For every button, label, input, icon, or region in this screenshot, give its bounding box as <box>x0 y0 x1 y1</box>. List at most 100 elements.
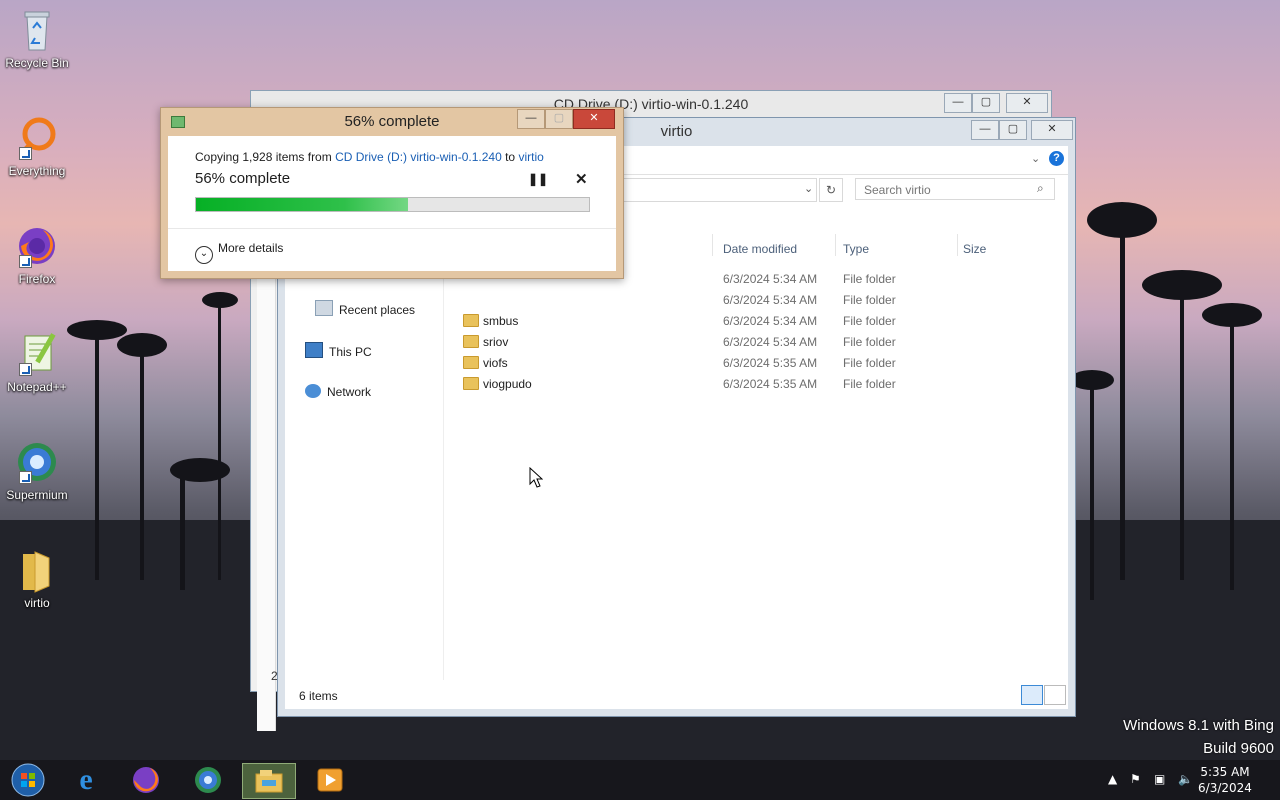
taskbar-supermium[interactable] <box>182 763 234 797</box>
nav-label: Network <box>327 385 372 399</box>
taskbar-clock[interactable]: 5:35 AM 6/3/2024 <box>1190 764 1260 796</box>
close-button[interactable]: ✕ <box>573 109 615 129</box>
folder-icon <box>463 314 479 327</box>
desktop-icon-label: Everything <box>8 164 66 178</box>
desktop-icon-label: Firefox <box>18 272 56 286</box>
maximize-button[interactable]: ▢ <box>972 93 1000 113</box>
ribbon-expand-icon[interactable]: ⌄ <box>1031 152 1040 165</box>
column-header-date[interactable]: Date modified <box>723 242 797 256</box>
column-header-size[interactable]: Size <box>963 242 986 256</box>
file-type: File folder <box>843 314 896 328</box>
folder-icon <box>13 546 61 594</box>
item-count: 6 items <box>299 689 338 703</box>
desktop-icon-label: virtio <box>24 596 50 610</box>
taskbar-media-player[interactable] <box>304 763 356 797</box>
file-type: File folder <box>843 272 896 286</box>
large-icons-view-button[interactable] <box>1044 685 1066 705</box>
more-details-label: More details <box>218 241 284 255</box>
search-input[interactable]: Search virtio <box>855 178 1055 200</box>
nav-item-recent-places[interactable]: Recent places <box>315 300 415 317</box>
copy-to-text: to <box>501 150 519 164</box>
copy-icon <box>171 116 185 128</box>
close-button[interactable]: ✕ <box>1031 120 1073 140</box>
chevron-down-icon: ⌄ <box>195 246 213 264</box>
maximize-button[interactable]: ▢ <box>999 120 1027 140</box>
file-name: viofs <box>483 356 508 370</box>
file-name: smbus <box>483 314 519 328</box>
file-date: 6/3/2024 5:34 AM <box>723 293 818 307</box>
desktop-icon-firefox[interactable]: Firefox <box>2 222 72 286</box>
nav-item-this-pc[interactable]: This PC <box>305 342 372 359</box>
file-name: viogpudo <box>483 377 532 391</box>
folder-icon <box>463 356 479 369</box>
firefox-icon <box>13 222 61 270</box>
copy-progress-dialog[interactable]: 56% complete — ▢ ✕ Copying 1,928 items f… <box>160 107 624 279</box>
refresh-icon[interactable]: ↻ <box>819 178 843 202</box>
destination-link[interactable]: virtio <box>518 150 543 164</box>
help-icon[interactable]: ? <box>1049 151 1064 166</box>
clock-time: 5:35 AM <box>1200 765 1250 779</box>
nav-label: Recent places <box>339 303 416 317</box>
nav-item-network[interactable]: Network <box>305 384 371 399</box>
chevron-down-icon[interactable]: ⌄ <box>804 182 813 195</box>
taskbar-file-explorer[interactable] <box>242 763 296 799</box>
progress-bar <box>195 197 590 212</box>
divider <box>168 228 616 229</box>
mouse-pointer-icon <box>529 467 543 488</box>
desktop-icon-virtio[interactable]: virtio <box>2 546 72 610</box>
file-date: 6/3/2024 5:34 AM <box>723 314 818 328</box>
folder-icon <box>463 377 479 390</box>
show-hidden-icons[interactable]: ▲ <box>1108 772 1117 786</box>
start-button[interactable] <box>2 763 54 797</box>
file-date: 6/3/2024 5:34 AM <box>723 272 818 286</box>
desktop-icon-label: Notepad++ <box>7 380 67 394</box>
file-row[interactable]: sriov 6/3/2024 5:34 AM File folder <box>455 332 1055 353</box>
file-date: 6/3/2024 5:35 AM <box>723 356 818 370</box>
computer-icon <box>305 342 323 358</box>
column-divider <box>835 234 836 256</box>
desktop-icon-label: Supermium <box>6 488 68 502</box>
everything-search-icon <box>13 114 61 162</box>
source-link[interactable]: CD Drive (D:) virtio-win-0.1.240 <box>335 150 502 164</box>
close-button[interactable]: ✕ <box>1006 93 1048 113</box>
file-explorer-icon <box>255 770 283 793</box>
file-row[interactable]: smbus 6/3/2024 5:34 AM File folder <box>455 311 1055 332</box>
column-divider <box>957 234 958 256</box>
column-divider <box>712 234 713 256</box>
minimize-button[interactable]: — <box>971 120 999 140</box>
file-row[interactable]: viofs 6/3/2024 5:35 AM File folder <box>455 353 1055 374</box>
copy-description: Copying 1,928 items from CD Drive (D:) v… <box>195 150 544 164</box>
desktop-background: Recycle Bin Everything Firefox Notepad++… <box>0 0 1280 800</box>
taskbar-internet-explorer[interactable]: e <box>60 763 112 797</box>
desktop-icon-everything[interactable]: Everything <box>2 114 72 178</box>
file-row[interactable]: 6/3/2024 5:34 AM File folder <box>455 290 1055 311</box>
windows-logo-icon <box>11 763 45 797</box>
file-name: sriov <box>483 335 509 349</box>
dialog-body: Copying 1,928 items from CD Drive (D:) v… <box>168 136 616 271</box>
more-details-button[interactable]: ⌄ More details <box>195 241 283 264</box>
network-icon[interactable]: ▣ <box>1154 772 1165 786</box>
notepad-plus-plus-icon <box>13 330 61 378</box>
desktop-icon-notepadpp[interactable]: Notepad++ <box>2 330 72 394</box>
percent-complete: 56% complete <box>195 170 291 187</box>
media-player-icon <box>317 768 343 792</box>
file-date: 6/3/2024 5:35 AM <box>723 377 818 391</box>
desktop-icon-recycle-bin[interactable]: Recycle Bin <box>2 6 72 70</box>
minimize-button[interactable]: — <box>944 93 972 113</box>
file-row[interactable]: viogpudo 6/3/2024 5:35 AM File folder <box>455 374 1055 395</box>
file-type: File folder <box>843 377 896 391</box>
desktop-icon-label: Recycle Bin <box>5 56 69 70</box>
progress-fill <box>196 198 409 211</box>
column-header-type[interactable]: Type <box>843 242 869 256</box>
minimize-button[interactable]: — <box>517 109 545 129</box>
taskbar: e ▲ ⚑ ▣ 🔈 5:35 AM 6/3/2024 <box>0 760 1280 800</box>
supermium-icon <box>195 767 221 793</box>
taskbar-firefox[interactable] <box>120 763 172 797</box>
cancel-icon[interactable]: ✕ <box>575 170 589 188</box>
desktop-icon-supermium[interactable]: Supermium <box>2 438 72 502</box>
action-center-flag-icon[interactable]: ⚑ <box>1130 772 1141 786</box>
watermark-build: Build 9600 <box>1203 740 1274 757</box>
pause-icon[interactable]: ❚❚ <box>528 172 548 186</box>
status-bar: 6 items <box>285 683 1068 709</box>
details-view-button[interactable] <box>1021 685 1043 705</box>
